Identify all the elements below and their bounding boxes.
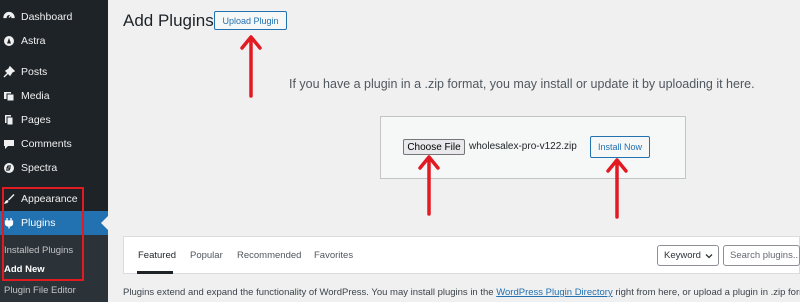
choose-file-button[interactable]: Choose File	[403, 139, 465, 155]
sidebar-item-label: Dashboard	[21, 11, 73, 23]
active-tab-indicator	[137, 271, 173, 274]
tab-featured[interactable]: Featured	[138, 250, 176, 261]
annotation-arrow-install	[606, 158, 628, 219]
tab-popular[interactable]: Popular	[190, 250, 223, 261]
dashboard-icon	[3, 11, 15, 23]
media-icon	[3, 90, 15, 102]
sidebar-item-label: Posts	[21, 66, 48, 78]
sidebar-item-label: Comments	[21, 138, 72, 150]
sidebar-item-label: Astra	[21, 35, 46, 47]
upload-help-text: If you have a plugin in a .zip format, y…	[289, 77, 755, 91]
sidebar-item-pages[interactable]: Pages	[0, 108, 108, 132]
selected-file-name: wholesalex-pro-v122.zip	[469, 141, 577, 152]
search-type-value: Keyword	[664, 250, 701, 261]
plugin-directory-link[interactable]: WordPress Plugin Directory	[496, 287, 613, 298]
annotation-highlight-box	[2, 187, 84, 281]
sidebar-item-label: Spectra	[21, 162, 58, 174]
sidebar-item-spectra[interactable]: Spectra	[0, 156, 108, 180]
sidebar-item-astra[interactable]: Astra	[0, 29, 108, 53]
tab-recommended[interactable]: Recommended	[237, 250, 301, 261]
search-type-select[interactable]: Keyword	[657, 245, 719, 266]
spectra-icon	[3, 162, 15, 174]
annotation-arrow-upload	[240, 35, 262, 98]
sidebar-item-posts[interactable]: Posts	[0, 60, 108, 84]
sidebar-item-label: Pages	[21, 114, 51, 126]
tab-favorites[interactable]: Favorites	[314, 250, 353, 261]
sidebar-item-media[interactable]: Media	[0, 84, 108, 108]
sidebar-item-dashboard[interactable]: Dashboard	[0, 5, 108, 29]
comment-icon	[3, 138, 15, 150]
description-text-start: Plugins extend and expand the functional…	[123, 287, 497, 298]
search-plugins-input[interactable]: Search plugins...	[723, 245, 800, 266]
description-text-end: right from here, or upload a plugin in .…	[612, 287, 800, 298]
annotation-arrow-choose-file	[418, 155, 440, 216]
sidebar-item-label: Media	[21, 90, 50, 102]
install-now-button[interactable]: Install Now	[590, 136, 650, 158]
plugins-description: Plugins extend and expand the functional…	[123, 287, 800, 298]
pin-icon	[3, 66, 15, 78]
submenu-plugin-file-editor[interactable]: Plugin File Editor	[4, 285, 76, 296]
sidebar-item-comments[interactable]: Comments	[0, 132, 108, 156]
page-title: Add Plugins	[123, 11, 214, 30]
chevron-down-icon	[705, 254, 713, 259]
astra-icon	[3, 35, 15, 47]
pages-icon	[3, 114, 15, 126]
upload-plugin-button[interactable]: Upload Plugin	[214, 11, 287, 30]
